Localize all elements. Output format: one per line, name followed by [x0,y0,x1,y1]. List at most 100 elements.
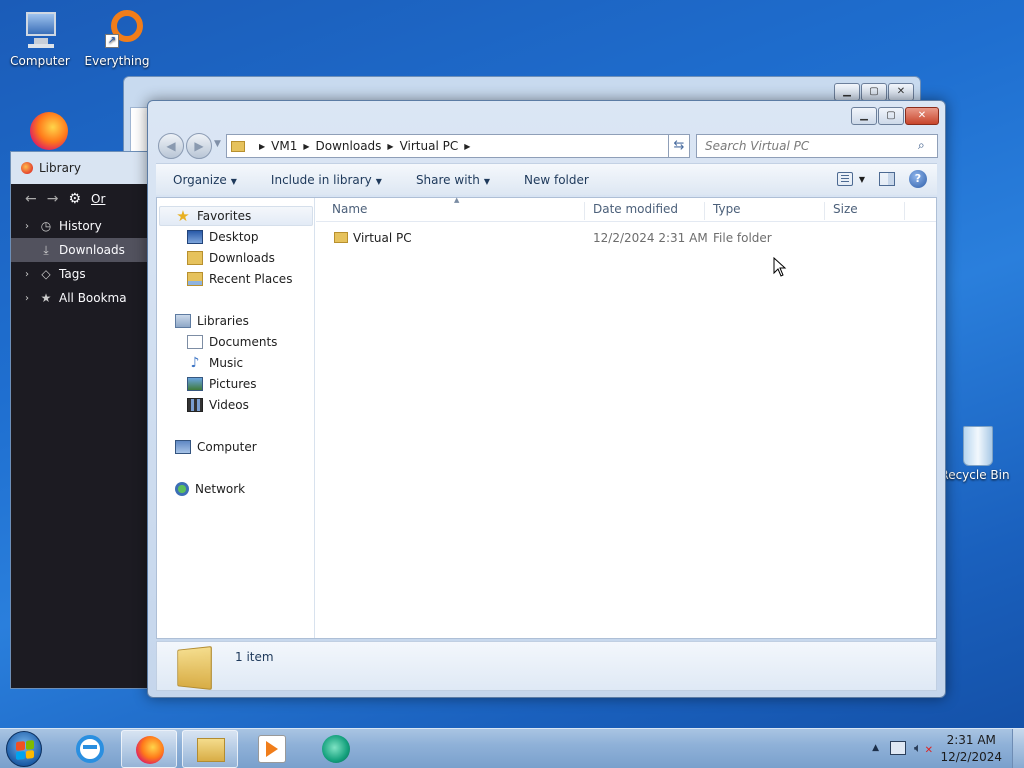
breadcrumb-downloads[interactable]: Downloads [316,139,382,153]
start-button[interactable] [6,731,42,767]
taskbar-internet-explorer[interactable] [62,730,118,768]
column-size[interactable]: Size [825,202,905,220]
chevron-right-icon: › [25,292,29,304]
library-item-history[interactable]: › ◷ History [11,214,149,238]
breadcrumb-arrow-icon[interactable]: ▶ [303,142,309,151]
taskbar-firefox[interactable] [121,730,177,768]
taskbar-app[interactable] [308,730,364,768]
nav-network[interactable]: Network [175,479,245,499]
breadcrumb-arrow-icon[interactable]: ▶ [464,142,470,151]
recycle-bin-icon [951,422,999,466]
clock-time: 2:31 AM [946,733,996,747]
column-type[interactable]: Type [705,202,825,220]
volume-muted-icon[interactable]: 🔈︎ ✕ [914,741,933,757]
nav-downloads[interactable]: Downloads [187,248,275,268]
nav-videos[interactable]: Videos [187,395,249,415]
network-status-icon[interactable] [890,741,906,755]
search-icon[interactable]: ⌕ [918,138,925,153]
search-input[interactable] [696,134,938,158]
column-name[interactable]: Name [324,202,585,220]
background-window-caption-buttons: ▁ ▢ ✕ [834,83,914,101]
breadcrumb-vm1[interactable]: VM1 [271,139,297,153]
explorer-window[interactable]: ▁ ▢ ✕ ◀ ▶ ▼ ▶ VM1 ▶ Downloads ▶ Virtual … [147,100,946,698]
breadcrumb-arrow-icon[interactable]: ▶ [259,142,265,151]
videos-icon [187,398,203,412]
clock-icon: ◷ [40,219,52,233]
new-folder-button[interactable]: New folder [507,173,606,187]
forward-arrow-icon[interactable]: → [47,191,59,207]
desktop-icon-everything[interactable]: ↗ Everything [79,8,155,68]
help-icon[interactable]: ? [909,170,927,188]
download-icon: ⤓ [43,242,49,257]
desktop-icon-computer[interactable]: Computer [2,8,78,68]
address-row: ◀ ▶ ▼ ▶ VM1 ▶ Downloads ▶ Virtual PC ▶ ▼… [156,133,938,159]
nav-documents[interactable]: Documents [187,332,277,352]
refresh-button[interactable]: ⇆ [668,134,690,158]
documents-icon [187,335,203,349]
internet-explorer-icon [76,735,104,763]
details-pane: 1 item [156,641,937,691]
chevron-right-icon: › [25,220,29,232]
library-item-downloads[interactable]: ⤓ Downloads [11,238,149,262]
organize-menu[interactable]: Or [91,192,105,206]
chevron-down-icon: ▼ [483,176,490,186]
taskbar-windows-explorer[interactable] [182,730,238,768]
maximize-icon[interactable]: ▢ [861,83,887,101]
chevron-down-icon[interactable]: ▼ [859,175,865,184]
recent-pages-dropdown[interactable]: ▼ [214,139,221,149]
folder-icon [177,645,212,691]
nav-pictures[interactable]: Pictures [187,374,257,394]
preview-pane-icon[interactable] [879,172,895,186]
nav-recent-places[interactable]: Recent Places [187,269,292,289]
folder-icon [231,140,245,152]
clock[interactable]: 2:31 AM 12/2/2024 [940,732,1002,766]
folder-icon [197,738,225,762]
nav-computer[interactable]: Computer [175,437,257,457]
organize-button[interactable]: Organize ▼ [156,173,254,187]
library-title: Library [39,161,81,175]
library-item-tags[interactable]: › ◇ Tags [11,262,149,286]
gear-icon[interactable]: ⚙ [68,191,81,207]
taskbar-media-player[interactable] [244,730,300,768]
downloads-folder-icon [187,251,203,265]
taskbar: ▲ 🔈︎ ✕ 2:31 AM 12/2/2024 [0,728,1024,768]
clock-date: 12/2/2024 [940,750,1002,764]
column-date-modified[interactable]: Date modified [585,202,705,220]
show-desktop-button[interactable] [1012,729,1024,768]
back-arrow-icon: ◀ [166,139,176,153]
breadcrumb-virtual-pc[interactable]: Virtual PC [400,139,459,153]
tag-icon: ◇ [41,267,51,281]
star-icon: ★ [40,291,52,305]
nav-music[interactable]: ♪ Music [187,353,244,373]
desktop-icon [187,230,203,244]
star-icon: ★ [176,207,190,225]
maximize-icon[interactable]: ▢ [878,107,904,125]
breadcrumb-arrow-icon[interactable]: ▶ [387,142,393,151]
back-arrow-icon[interactable]: ← [25,191,37,207]
desktop-icon-recycle-bin[interactable]: Recycle Bin [937,422,1013,482]
library-item-label: History [59,219,102,233]
mouse-cursor-icon [773,256,787,277]
nav-desktop[interactable]: Desktop [187,227,259,247]
nav-libraries[interactable]: Libraries [175,311,249,331]
forward-button[interactable]: ▶ [186,133,212,159]
view-options-icon[interactable] [836,172,853,186]
windows-logo-icon [16,740,34,760]
show-hidden-icons-arrow-icon[interactable]: ▲ [872,743,879,753]
nav-favorites[interactable]: ★ Favorites [175,206,251,226]
firefox-library-window[interactable]: Library ← → ⚙ Or › ◷ History ⤓ Downloads… [10,151,150,689]
include-in-library-button[interactable]: Include in library ▼ [254,173,399,187]
system-tray: ▲ 🔈︎ ✕ 2:31 AM 12/2/2024 [854,729,1024,768]
minimize-icon[interactable]: ▁ [851,107,877,125]
view-controls: ▼ ? [836,170,927,188]
minimize-icon[interactable]: ▁ [834,83,860,101]
table-row[interactable]: Virtual PC 12/2/2024 2:31 AM File folder [316,229,936,249]
share-with-button[interactable]: Share with ▼ [399,173,507,187]
back-button[interactable]: ◀ [158,133,184,159]
close-icon[interactable]: ✕ [905,107,939,125]
library-item-all-bookmarks[interactable]: › ★ All Bookma [11,286,149,310]
desktop-icon-firefox[interactable] [2,108,78,152]
close-icon[interactable]: ✕ [888,83,914,101]
file-name-cell[interactable]: Virtual PC [334,231,412,245]
address-bar[interactable]: ▶ VM1 ▶ Downloads ▶ Virtual PC ▶ ▼ [226,134,688,158]
